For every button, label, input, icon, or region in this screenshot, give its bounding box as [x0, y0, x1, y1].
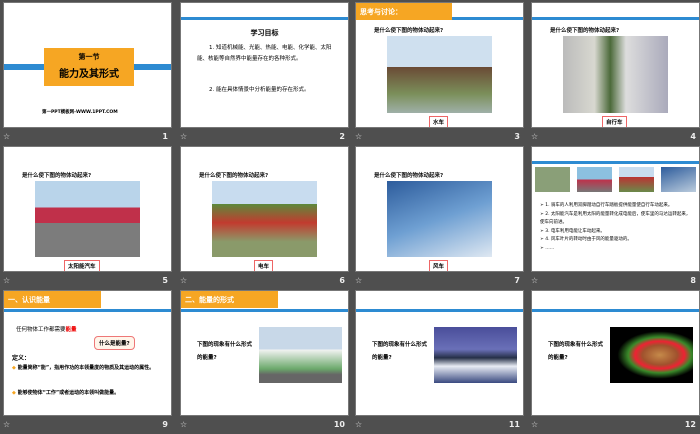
caption: 自行车	[602, 116, 627, 127]
callout-bubble: 什么是能量?	[94, 336, 135, 350]
answer-item: ➢ ……	[540, 245, 555, 251]
slide-thumb-12[interactable]: 下图的现象有什么形式的能量? ☆ 12	[531, 290, 700, 434]
answer-item: ➢ 2. 太阳能汽车是利用太阳的能量转化成电能后，使车里的马达运转起来，使车向前…	[540, 211, 691, 226]
animation-icon: ☆	[355, 132, 363, 141]
caption: 风车	[429, 260, 449, 271]
section-label: 第一节	[78, 53, 100, 61]
animation-icon: ☆	[531, 276, 539, 285]
slide-number: 6	[339, 276, 345, 285]
question: 是什么使下图的物体动起来?	[374, 28, 444, 34]
solar-car-thumb	[577, 167, 612, 192]
waves-image	[434, 327, 517, 383]
slide-thumb-9[interactable]: 一、认识能量 任何物体工作都需要能量 什么是能量? 定义： ◆ 能量简称“能”，…	[3, 290, 172, 434]
animation-icon: ☆	[355, 420, 363, 429]
question: 是什么使下图的物体动起来?	[374, 173, 444, 179]
question: 是什么使下图的物体动起来?	[550, 28, 620, 34]
intro-line: 任何物体工作都需要能量	[16, 327, 77, 333]
slide-thumb-4[interactable]: 是什么使下图的物体动起来? 自行车 ☆ 4	[531, 2, 700, 146]
slide-number: 2	[339, 132, 345, 141]
windmill-thumb	[661, 167, 696, 192]
tram-image	[212, 181, 317, 257]
bus-image	[259, 327, 342, 383]
slide-title: 能力及其形式	[59, 69, 119, 80]
answer-list: ➢ 1. 骑车的人利用双脚蹬动自行车踏板提供能量使自行车动起来。 ➢ 2. 太阳…	[540, 202, 693, 253]
answer-item: ➢ 3. 电车利用电能让车动起来。	[540, 228, 605, 234]
caption: 太阳能汽车	[64, 260, 100, 271]
animation-icon: ☆	[180, 420, 188, 429]
question: 下图的现象有什么形式的能量?	[372, 342, 428, 361]
bicycle-thumb	[535, 167, 570, 192]
animation-icon: ☆	[3, 132, 11, 141]
definition-label: 定义：	[12, 355, 31, 362]
animation-icon: ☆	[3, 420, 11, 429]
question: 是什么使下图的物体动起来?	[199, 173, 269, 179]
animation-icon: ☆	[355, 276, 363, 285]
section-tag: 二、能量的形式	[181, 291, 278, 308]
slide-thumb-11[interactable]: 下图的现象有什么形式的能量? ☆ 11	[355, 290, 524, 434]
caption: 电车	[254, 260, 274, 271]
definition-2: ◆ 能够使物体“工作”或者运动的本领叫做能量。	[12, 390, 120, 396]
slide-number: 1	[162, 132, 168, 141]
slide-thumb-5[interactable]: 是什么使下图的物体动起来? 太阳能汽车 ☆ 5	[3, 146, 172, 290]
windmill-image	[387, 181, 492, 257]
answer-item: ➢ 4. 风车叶片的转动时由于风的能量驱动的。	[540, 237, 632, 242]
slide-thumb-1[interactable]: 第一节 能力及其形式 第一PPT模板网-WWW.1PPT.COM ☆ 1	[3, 2, 172, 146]
slide-thumb-10[interactable]: 二、能量的形式 下图的现象有什么形式的能量? ☆ 10	[180, 290, 349, 434]
slide-number: 7	[514, 276, 520, 285]
question: 下图的现象有什么形式的能量?	[197, 342, 253, 361]
section-tag: 思考与讨论：	[356, 3, 452, 20]
slide-thumb-8[interactable]: ➢ 1. 骑车的人利用双脚蹬动自行车踏板提供能量使自行车动起来。 ➢ 2. 太阳…	[531, 146, 700, 290]
title-box: 第一节 能力及其形式	[44, 48, 134, 86]
definition-1: ◆ 能量简称“能”，指用作功的本领量度的物质及其运动的属性。	[12, 365, 155, 371]
animation-icon: ☆	[531, 132, 539, 141]
animation-icon: ☆	[3, 276, 11, 285]
slide-number: 9	[162, 420, 168, 429]
goal-2: 2. 能在具体情景中分析能量的存在形式。	[209, 87, 310, 93]
slide-number: 4	[690, 132, 696, 141]
slide-number: 8	[690, 276, 696, 285]
question: 下图的现象有什么形式的能量?	[548, 342, 604, 361]
section-tag: 一、认识能量	[4, 291, 101, 308]
answer-item: ➢ 1. 骑车的人利用双脚蹬动自行车踏板提供能量使自行车动起来。	[540, 203, 673, 208]
solar-car-image	[35, 181, 140, 257]
footer-text: 第一PPT模板网-WWW.1PPT.COM	[42, 110, 118, 115]
slide-title: 学习目标	[250, 29, 279, 37]
waterwheel-image	[387, 36, 492, 113]
slide-thumb-3[interactable]: 思考与讨论： 是什么使下图的物体动起来? 水车 ☆ 3	[355, 2, 524, 146]
goal-1: 1. 知道机械能、光能、热能、电能、化学能、太阳能、核能等自然界中能量存在的各种…	[197, 45, 332, 62]
question: 是什么使下图的物体动起来?	[22, 173, 92, 179]
slide-number: 12	[684, 420, 696, 429]
caption: 水车	[429, 116, 449, 127]
animation-icon: ☆	[531, 420, 539, 429]
slide-number: 5	[162, 276, 168, 285]
slide-thumb-6[interactable]: 是什么使下图的物体动起来? 电车 ☆ 6	[180, 146, 349, 290]
slide-number: 10	[333, 420, 345, 429]
slide-number: 11	[508, 420, 520, 429]
slide-number: 3	[514, 132, 520, 141]
hamburger-image	[610, 327, 693, 383]
animation-icon: ☆	[180, 132, 188, 141]
slide-thumb-7[interactable]: 是什么使下图的物体动起来? 风车 ☆ 7	[355, 146, 524, 290]
animation-icon: ☆	[180, 276, 188, 285]
tram-thumb	[619, 167, 654, 192]
slide-thumb-2[interactable]: 学习目标 1. 知道机械能、光能、热能、电能、化学能、太阳能、核能等自然界中能量…	[180, 2, 349, 146]
bicycle-image	[563, 36, 668, 113]
